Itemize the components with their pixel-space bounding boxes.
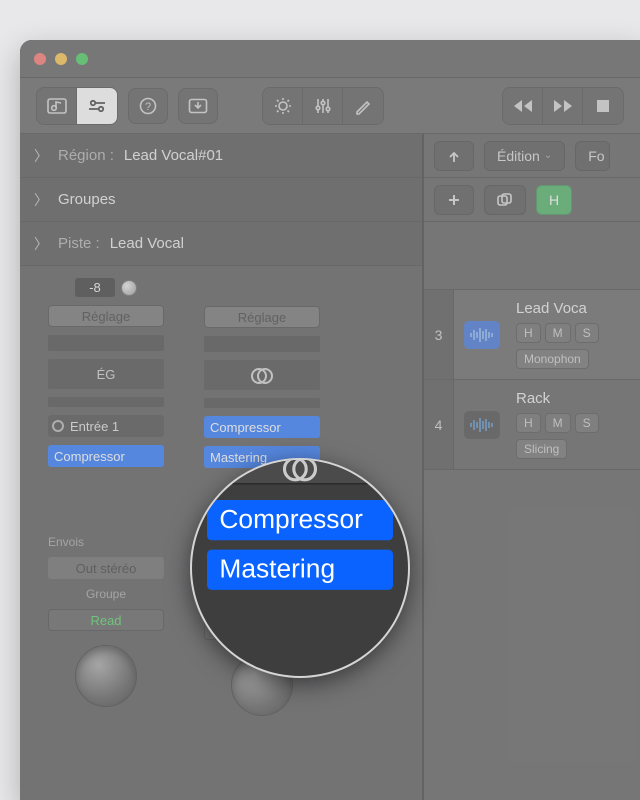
- output-slot[interactable]: Out stéréo: [48, 557, 164, 579]
- window-titlebar: [20, 40, 640, 78]
- stereo-icon: [251, 368, 273, 382]
- go-up-button[interactable]: [434, 141, 474, 171]
- automation-mode[interactable]: Read: [48, 609, 164, 631]
- groups-label: Groupes: [58, 191, 116, 208]
- add-track-button[interactable]: [434, 185, 474, 215]
- display-mode-button[interactable]: [263, 88, 303, 124]
- plugin-slot-compressor[interactable]: Compressor: [207, 500, 393, 540]
- divider: [204, 398, 320, 408]
- sends-label: Envois: [48, 535, 164, 549]
- track-number: 3: [424, 290, 454, 379]
- plugin-slot-mastering[interactable]: Mastering: [207, 550, 393, 590]
- input-slot[interactable]: Entrée 1: [48, 415, 164, 437]
- track-name: Lead Vocal: [110, 235, 184, 252]
- eq-slot[interactable]: ÉG: [48, 359, 164, 389]
- track-row[interactable]: 3 Lead Voca H M S Monophon: [424, 290, 640, 380]
- region-label: Région :: [58, 147, 114, 164]
- pan-knob[interactable]: [75, 645, 137, 707]
- duplicate-track-button[interactable]: [484, 185, 526, 215]
- region-name: Lead Vocal#01: [124, 147, 223, 164]
- waveform-icon: [464, 321, 500, 349]
- region-header[interactable]: 〉 Région : Lead Vocal#01: [20, 134, 422, 178]
- main-toolbar: ?: [20, 78, 640, 134]
- track-solo-chip[interactable]: S: [575, 413, 599, 433]
- svg-text:?: ?: [145, 101, 151, 113]
- minimize-button[interactable]: [55, 53, 67, 65]
- hide-toggle[interactable]: H: [536, 185, 572, 215]
- stereo-icon: [283, 458, 317, 478]
- divider: [48, 397, 164, 407]
- track-row[interactable]: 4 Rack H M S Slicing: [424, 380, 640, 470]
- track-mute-chip[interactable]: M: [545, 323, 571, 343]
- functions-menu[interactable]: Fo: [575, 141, 609, 171]
- download-button[interactable]: [178, 88, 218, 124]
- track-row-spacer: [424, 222, 640, 290]
- track-mode-chip[interactable]: Slicing: [516, 439, 567, 459]
- edit-menu[interactable]: Édition⌄: [484, 141, 565, 171]
- waveform-icon: [464, 411, 500, 439]
- library-button[interactable]: [37, 88, 77, 124]
- inspector-toggle-button[interactable]: [77, 88, 117, 124]
- stop-button[interactable]: [583, 88, 623, 124]
- meter-slot: [48, 335, 164, 351]
- chevron-right-icon: 〉: [34, 190, 48, 210]
- track-header[interactable]: 〉 Piste : Lead Vocal: [20, 222, 422, 266]
- settings-button[interactable]: Réglage: [204, 306, 320, 328]
- track-name: Rack: [516, 390, 634, 407]
- gain-value[interactable]: -8: [75, 278, 115, 297]
- track-number: 4: [424, 380, 454, 469]
- track-mode-chip[interactable]: Monophon: [516, 349, 589, 369]
- edit-tool-button[interactable]: [343, 88, 383, 124]
- stereo-slot[interactable]: [204, 360, 320, 390]
- group-label[interactable]: Groupe: [48, 587, 164, 601]
- plugin-slot-compressor[interactable]: Compressor: [204, 416, 320, 438]
- chevron-right-icon: 〉: [34, 146, 48, 166]
- meter-slot: [204, 336, 320, 352]
- input-label: Entrée 1: [70, 419, 119, 434]
- mixer-button[interactable]: [303, 88, 343, 124]
- chevron-right-icon: 〉: [34, 234, 48, 254]
- gain-knob[interactable]: [121, 280, 137, 296]
- rewind-button[interactable]: [503, 88, 543, 124]
- maximize-button[interactable]: [76, 53, 88, 65]
- close-button[interactable]: [34, 53, 46, 65]
- chevron-down-icon: ⌄: [544, 150, 552, 161]
- track-name: Lead Voca: [516, 300, 634, 317]
- track-hide-chip[interactable]: H: [516, 413, 541, 433]
- track-label: Piste :: [58, 235, 100, 252]
- track-list: 3 Lead Voca H M S Monophon: [424, 222, 640, 800]
- input-ring-icon: [52, 420, 64, 432]
- groups-header[interactable]: 〉 Groupes: [20, 178, 422, 222]
- plugin-slot-compressor[interactable]: Compressor: [48, 445, 164, 467]
- track-solo-chip[interactable]: S: [575, 323, 599, 343]
- track-icon: [454, 290, 510, 379]
- track-hide-chip[interactable]: H: [516, 323, 541, 343]
- track-icon: [454, 380, 510, 469]
- track-toolbar: H: [424, 178, 640, 222]
- help-button[interactable]: ?: [128, 88, 168, 124]
- editor-toolbar: Édition⌄ Fo: [424, 134, 640, 178]
- settings-button[interactable]: Réglage: [48, 305, 164, 327]
- fast-forward-button[interactable]: [543, 88, 583, 124]
- channel-strip-1: -8 Réglage ÉG Entrée 1 Compressor Envois: [48, 278, 164, 716]
- magnifier-callout: Compressor Mastering: [190, 458, 410, 678]
- track-mute-chip[interactable]: M: [545, 413, 571, 433]
